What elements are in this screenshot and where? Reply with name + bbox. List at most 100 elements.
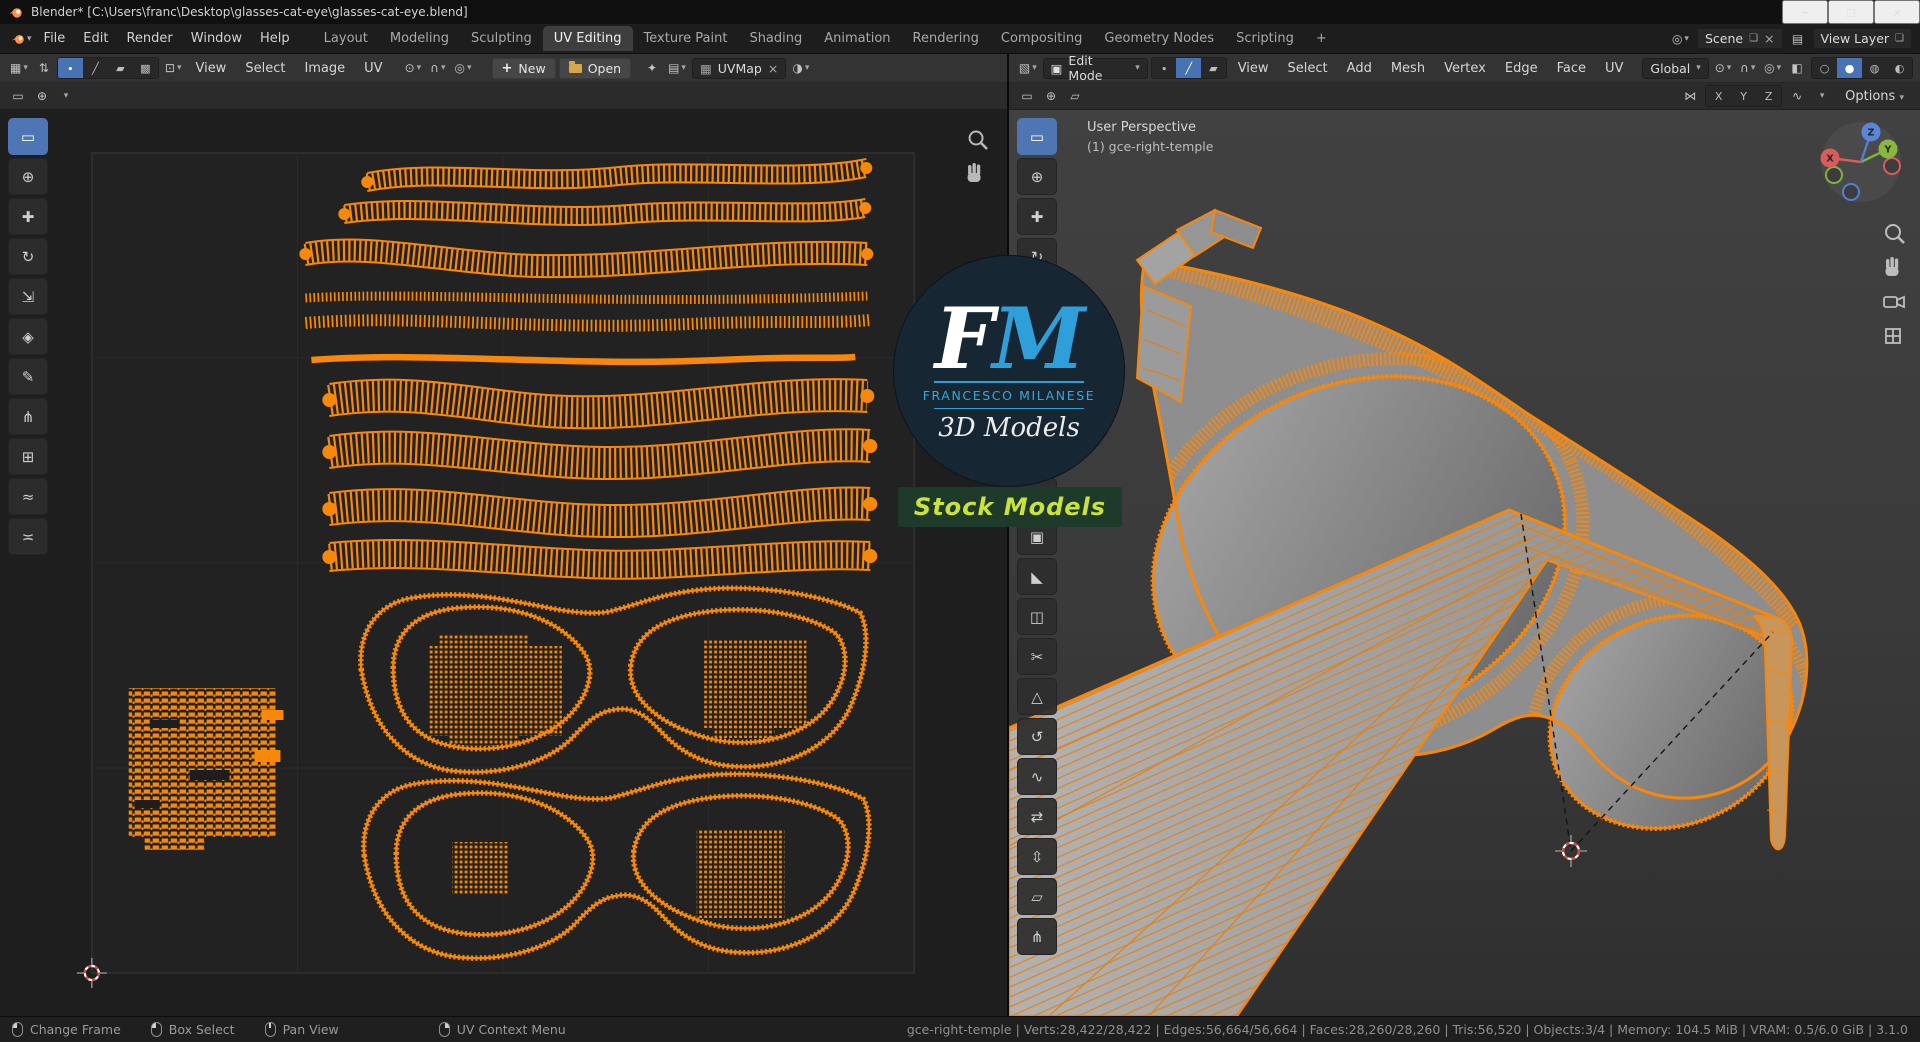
transform-orientation-dropdown[interactable]: Global ▾ <box>1642 57 1709 79</box>
uv-face-mode-button[interactable]: ▰ <box>108 58 133 78</box>
tool-annotate[interactable]: ✎ <box>8 358 48 395</box>
new-image-button[interactable]: + New <box>491 57 556 79</box>
tool-poly-build[interactable]: △ <box>1017 678 1057 715</box>
vp-tool-settings-c[interactable]: ▱ <box>1065 86 1085 107</box>
new-scene-icon[interactable]: ❏ <box>1749 33 1758 44</box>
menu-edit[interactable]: Edit <box>74 27 117 50</box>
uv-vertex-mode-button[interactable]: ∙ <box>57 58 83 78</box>
tool-shear[interactable]: ▱ <box>1017 878 1057 915</box>
vp-tool-settings-a[interactable]: ▭ <box>1017 86 1037 107</box>
vp-menu-add[interactable]: Add <box>1339 58 1380 79</box>
viewport-canvas-area[interactable]: X Y Z User Perspective (1) gce-right-tem… <box>1009 110 1920 1016</box>
unlink-scene-icon[interactable]: × <box>1764 31 1774 46</box>
uv-menu-select[interactable]: Select <box>237 58 293 79</box>
tab-sculpting[interactable]: Sculpting <box>460 26 543 51</box>
wireframe-shading-button[interactable]: ○ <box>1812 58 1837 78</box>
tool-rip-region[interactable]: ⋔ <box>1017 918 1057 955</box>
scene-browse-button[interactable]: ◎ ▾ <box>1669 28 1692 49</box>
minimize-button[interactable]: − <box>1782 0 1828 24</box>
snap-wave-button[interactable]: ∿ <box>1787 86 1807 107</box>
tool-relax[interactable]: ≈ <box>8 478 48 515</box>
vp-menu-face[interactable]: Face <box>1549 58 1594 79</box>
mode-dropdown[interactable]: ▣ Edit Mode ▾ <box>1042 54 1148 83</box>
tool-pinch[interactable]: ≍ <box>8 518 48 555</box>
uv-canvas-area[interactable]: ▭ ⊕ ✚ ↻ ⇲ ◈ ✎ ⋔ ⊞ ≈ ≍ <box>0 110 1007 1016</box>
tool-spin[interactable]: ↺ <box>1017 718 1057 755</box>
uv-menu-uv[interactable]: UV <box>356 58 390 79</box>
editor-type-button[interactable]: ▧ ▾ <box>1016 58 1040 79</box>
uv-tool-settings-c[interactable]: ▾ <box>56 86 76 107</box>
uv-menu-image[interactable]: Image <box>296 58 353 79</box>
view-layer-browse-button[interactable]: ▤ <box>1788 28 1808 49</box>
tab-modeling[interactable]: Modeling <box>379 26 460 51</box>
tab-uv-editing[interactable]: UV Editing <box>542 26 633 51</box>
tab-compositing[interactable]: Compositing <box>990 26 1094 51</box>
tool-rip-region[interactable]: ⋔ <box>8 398 48 435</box>
orthographic-toggle-icon[interactable] <box>1885 328 1901 344</box>
menu-render[interactable]: Render <box>117 27 181 50</box>
vp-menu-vertex[interactable]: Vertex <box>1436 58 1494 79</box>
tool-knife[interactable]: ✂ <box>1017 638 1057 675</box>
tool-shrink-flatten[interactable]: ⇳ <box>1017 838 1057 875</box>
display-channels-dropdown[interactable]: ◑ ▾ <box>789 58 812 79</box>
tool-edge-slide[interactable]: ⇄ <box>1017 798 1057 835</box>
menu-help[interactable]: Help <box>251 27 299 50</box>
vp-menu-uv[interactable]: UV <box>1597 58 1631 79</box>
uv-menu-view[interactable]: View <box>187 58 234 79</box>
uv-edge-mode-button[interactable]: ╱ <box>83 58 108 78</box>
vp-menu-edge[interactable]: Edge <box>1497 58 1546 79</box>
zoom-icon[interactable] <box>968 130 988 150</box>
nav-gizmo[interactable]: X Y Z <box>1820 122 1902 202</box>
tool-select-box[interactable]: ▭ <box>8 118 48 155</box>
tool-move[interactable]: ✚ <box>8 198 48 235</box>
extra-settings-dropdown[interactable]: ▾ <box>1812 86 1832 107</box>
tab-rendering[interactable]: Rendering <box>902 26 990 51</box>
uv-tool-settings-a[interactable]: ▭ <box>8 86 28 107</box>
tab-layout[interactable]: Layout <box>313 26 379 51</box>
open-image-button[interactable]: Open <box>558 57 632 79</box>
tool-smooth[interactable]: ∿ <box>1017 758 1057 795</box>
camera-view-icon[interactable] <box>1883 295 1905 309</box>
edge-mode-button[interactable]: ╱ <box>1176 58 1202 78</box>
tool-scale[interactable]: ⇲ <box>8 278 48 315</box>
vp-menu-mesh[interactable]: Mesh <box>1383 58 1433 79</box>
blender-menu-button[interactable]: ▾ <box>8 28 35 49</box>
tool-cursor[interactable]: ⊕ <box>1017 158 1057 195</box>
tool-bevel[interactable]: ◣ <box>1017 558 1057 595</box>
zoom-icon[interactable] <box>1885 224 1905 244</box>
vp-menu-view[interactable]: View <box>1230 58 1277 79</box>
add-workspace-button[interactable]: + <box>1305 26 1338 51</box>
vp-menu-select[interactable]: Select <box>1280 58 1336 79</box>
menu-window[interactable]: Window <box>182 27 251 50</box>
uv-sync-select-toggle[interactable]: ⇅ <box>34 58 54 79</box>
proportional-editing-toggle[interactable]: ◎ ▾ <box>452 58 475 79</box>
tool-rotate[interactable]: ↻ <box>8 238 48 275</box>
pan-hand-icon[interactable] <box>967 163 981 182</box>
mirror-x-button[interactable]: X <box>1706 86 1731 106</box>
snap-toggle[interactable]: ∩ ▾ <box>427 58 448 79</box>
tab-geometry-nodes[interactable]: Geometry Nodes <box>1093 26 1225 51</box>
material-shading-button[interactable]: ◍ <box>1862 58 1887 78</box>
browse-image-button[interactable]: ▤ ▾ <box>665 58 689 79</box>
tab-scripting[interactable]: Scripting <box>1225 26 1305 51</box>
pin-toggle[interactable]: ✦ <box>642 58 662 79</box>
uv-island-mode-button[interactable]: ▩ <box>133 58 158 78</box>
sticky-selection-dropdown[interactable]: ⊡ ▾ <box>162 58 185 79</box>
tool-select-box[interactable]: ▭ <box>1017 118 1057 155</box>
snap-toggle[interactable]: ∩ ▾ <box>1737 58 1758 79</box>
pivot-point-dropdown[interactable]: ⊙ ▾ <box>402 58 425 79</box>
mirror-icon-button[interactable]: ⋈ <box>1680 86 1700 107</box>
pan-hand-icon[interactable] <box>1885 257 1899 276</box>
uvmap-field[interactable]: ▦ UVMap × <box>691 57 787 79</box>
vertex-mode-button[interactable]: ∙ <box>1152 58 1177 78</box>
tab-texture-paint[interactable]: Texture Paint <box>633 26 739 51</box>
view-layer-field[interactable]: View Layer ❏ <box>1812 28 1912 49</box>
tool-grab[interactable]: ⊞ <box>8 438 48 475</box>
tool-cursor[interactable]: ⊕ <box>8 158 48 195</box>
options-dropdown[interactable]: Options ▾ <box>1837 86 1912 107</box>
uv-tool-settings-b[interactable]: ⊕ <box>32 86 52 107</box>
unlink-uvmap-icon[interactable]: × <box>768 61 778 76</box>
tool-move[interactable]: ✚ <box>1017 198 1057 235</box>
scene-field[interactable]: Scene ❏ × <box>1696 28 1783 49</box>
face-mode-button[interactable]: ▰ <box>1201 58 1226 78</box>
